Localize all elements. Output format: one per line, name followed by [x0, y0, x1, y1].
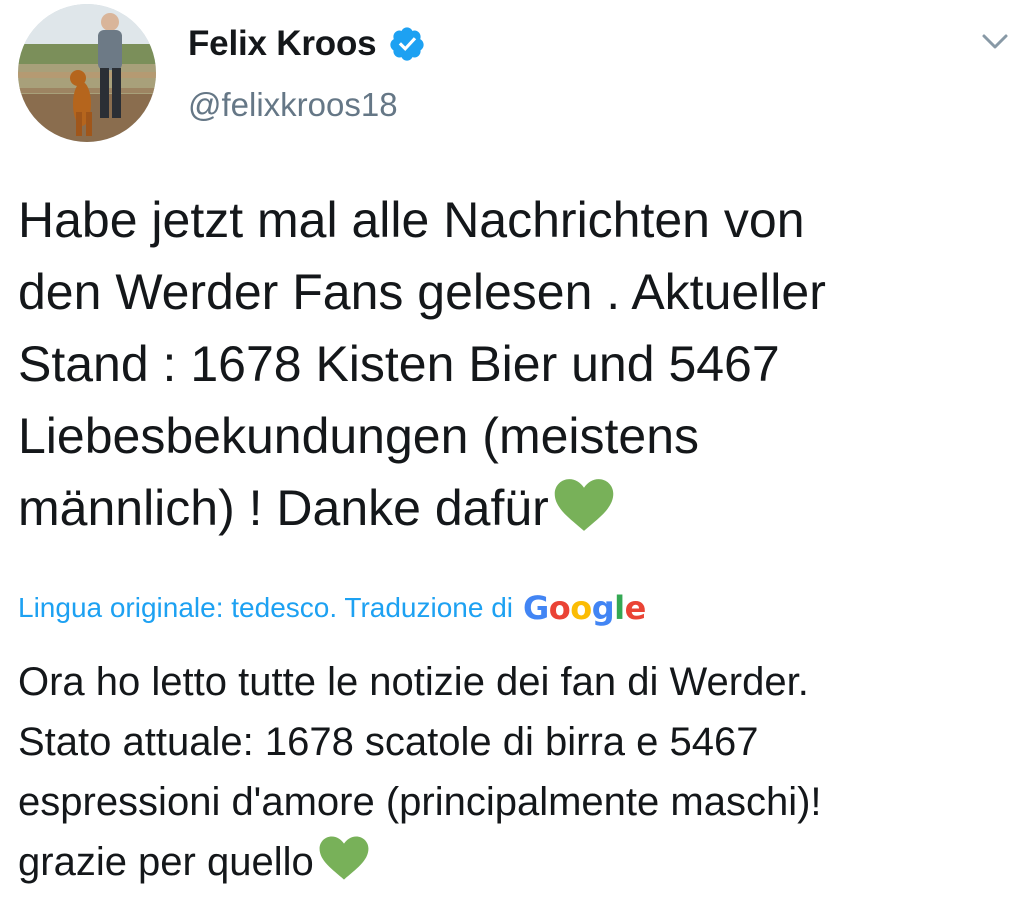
user-name-row: Felix Kroos [188, 20, 426, 68]
user-handle[interactable]: @felixkroos18 [188, 86, 398, 124]
google-letter-e: e [624, 589, 647, 627]
avatar[interactable] [18, 4, 156, 142]
tweet-text: Habe jetzt mal alle Nachrichten von den … [18, 192, 826, 536]
google-letter-o2: o [570, 589, 592, 627]
tweet-body: Habe jetzt mal alle Nachrichten von den … [18, 184, 1008, 552]
verified-badge-icon [388, 25, 426, 63]
google-letter-o1: o [548, 589, 571, 627]
google-letter-l: l [614, 589, 625, 627]
avatar-photo [18, 4, 156, 142]
translation-body: Ora ho letto tutte le notizie dei fan di… [18, 652, 1008, 898]
chevron-down-icon[interactable] [978, 30, 1012, 54]
translation-attribution: Lingua originale: tedesco. Traduzione di… [18, 586, 646, 630]
google-logo: Google [523, 589, 646, 627]
translation-label[interactable]: Lingua originale: tedesco. Traduzione di [18, 592, 513, 624]
google-letter-g2: g [591, 589, 615, 627]
google-letter-g: G [523, 589, 549, 627]
display-name[interactable]: Felix Kroos [188, 24, 377, 64]
green-heart-icon [318, 835, 370, 898]
green-heart-icon [553, 477, 615, 552]
tweet-card: Felix Kroos @felixkroos18 Habe jetzt mal… [0, 0, 1024, 910]
translation-text: Ora ho letto tutte le notizie dei fan di… [18, 660, 822, 884]
